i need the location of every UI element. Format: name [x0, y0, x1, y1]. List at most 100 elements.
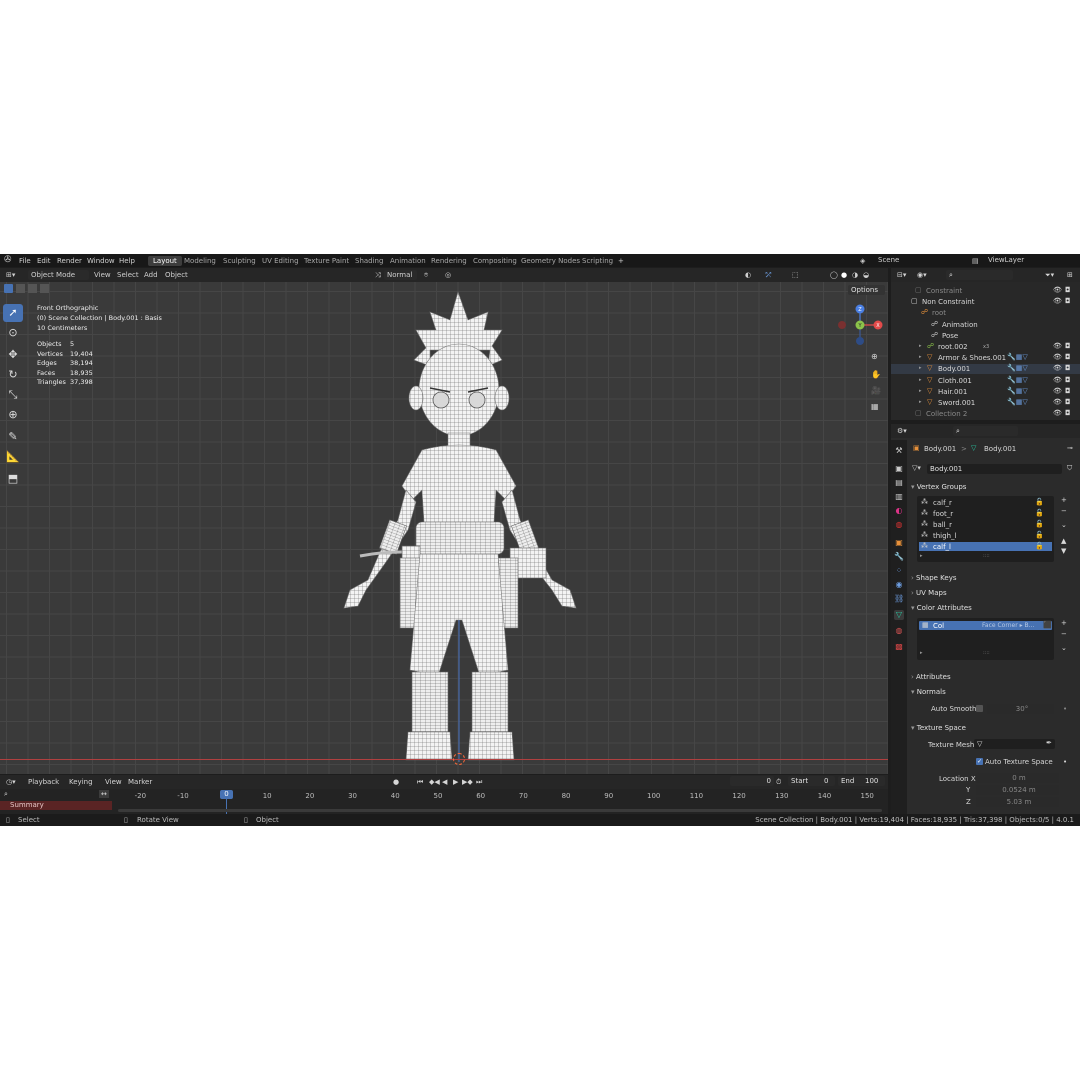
add-vertex-group-button[interactable]: +: [1061, 496, 1067, 504]
add-workspace-button[interactable]: +: [618, 257, 624, 265]
list-resize-handle[interactable]: ::::: [983, 553, 990, 559]
outliner-row[interactable]: ▢ Collection 2 👁 ◘: [891, 409, 1080, 419]
material-tab-icon[interactable]: ◍: [894, 626, 904, 636]
uv-maps-panel-header[interactable]: › UV Maps: [911, 589, 1076, 601]
modifier-icon[interactable]: 🔧▦▽: [1007, 353, 1028, 361]
tab-animation[interactable]: Animation: [390, 257, 426, 265]
auto-texture-space-keyframe-icon[interactable]: •: [1063, 758, 1067, 766]
view-layer-field[interactable]: ViewLayer: [985, 255, 1053, 265]
record-icon[interactable]: ●: [393, 778, 399, 786]
location-z-field[interactable]: 5.03 m: [976, 797, 1059, 807]
vertex-groups-panel-header[interactable]: ▾ Vertex Groups: [911, 483, 1076, 495]
expand-arrow-icon[interactable]: ▸: [919, 377, 922, 383]
list-expand-icon[interactable]: ▸: [920, 553, 923, 559]
vertex-group-row[interactable]: ⁂ thigh_l 🔓: [919, 531, 1052, 540]
render-tab-icon[interactable]: ▣: [894, 464, 904, 474]
transform-tool-icon[interactable]: ⊕: [3, 406, 23, 424]
attributes-panel-header[interactable]: › Attributes: [911, 673, 1076, 685]
tab-rendering[interactable]: Rendering: [431, 257, 467, 265]
select-tool-icon[interactable]: ➚: [3, 304, 23, 322]
mesh-name-field[interactable]: Body.001: [927, 464, 1062, 474]
color-attributes-panel-header[interactable]: ▾ Color Attributes: [911, 604, 1076, 616]
auto-smooth-checkbox[interactable]: [976, 705, 983, 712]
color-attributes-list[interactable]: ▦ Col Face Corner ▸ B... ⬛ ▸ ::::: [917, 618, 1054, 660]
modifier-icon[interactable]: 🔧▦▽: [1007, 398, 1028, 406]
texture-tab-icon[interactable]: ▩: [894, 642, 904, 652]
tab-geometry-nodes[interactable]: Geometry Nodes: [521, 257, 580, 265]
data-tab-icon[interactable]: ▽: [894, 610, 904, 620]
outliner-row[interactable]: ☍ Pose: [891, 331, 1080, 341]
next-key-icon[interactable]: ▶◆: [462, 778, 473, 786]
view-layer-icon[interactable]: ▤: [972, 257, 979, 265]
orientation-icon[interactable]: ⤨: [375, 271, 381, 280]
shading-wire-icon[interactable]: ◯: [830, 271, 838, 279]
lock-icon[interactable]: 🔓: [1035, 542, 1044, 550]
menu-select[interactable]: Select: [117, 271, 139, 279]
move-tool-icon[interactable]: ✥: [3, 346, 23, 364]
display-mode-icon[interactable]: ◉▾: [917, 271, 927, 279]
current-frame-field[interactable]: 0: [730, 776, 774, 786]
scene-icon[interactable]: ◈: [860, 257, 865, 265]
playhead[interactable]: 0: [220, 790, 233, 799]
visibility-eye-icon[interactable]: 👁: [1053, 409, 1062, 417]
mode-dropdown[interactable]: Object Mode: [28, 270, 89, 280]
shading-solid-icon[interactable]: ●: [841, 271, 847, 279]
move-up-icon[interactable]: ▲: [1061, 537, 1066, 545]
mesh-data-icon[interactable]: ▽▾: [912, 464, 921, 472]
object-origin-icon[interactable]: [453, 753, 465, 765]
tab-sculpting[interactable]: Sculpting: [223, 257, 256, 265]
outliner-search-input[interactable]: ⌕: [946, 270, 1013, 280]
view-layer-tab-icon[interactable]: ▥: [894, 492, 904, 502]
list-resize-handle[interactable]: ::::: [983, 650, 990, 656]
snap-icon[interactable]: ⌾: [424, 271, 428, 280]
rotate-tool-icon[interactable]: ↻: [3, 366, 23, 384]
render-camera-icon[interactable]: ◘: [1065, 398, 1071, 406]
visibility-eye-icon[interactable]: 👁: [1053, 353, 1062, 361]
menu-timeline-view[interactable]: View: [105, 778, 122, 786]
outliner-row[interactable]: ▢ Non Constraint 👁 ◘: [891, 297, 1080, 307]
expand-arrow-icon[interactable]: ▸: [919, 354, 922, 360]
navigation-gizmo[interactable]: Z X Y: [834, 304, 886, 350]
world-tab-icon[interactable]: ◍: [894, 520, 904, 530]
vertex-groups-list[interactable]: ⁂ calf_r 🔓 ⁂ foot_r 🔓 ⁂ ball_r 🔓 ⁂ thigh_l 🔓 ⁂ calf_l…: [917, 496, 1054, 562]
auto-texture-space-checkbox[interactable]: ✓: [976, 758, 983, 765]
play-reverse-icon[interactable]: ◀: [442, 778, 447, 786]
visibility-eye-icon[interactable]: 👁: [1053, 342, 1062, 350]
prev-key-icon[interactable]: ◆◀: [429, 778, 440, 786]
lock-icon[interactable]: 🔓: [1035, 498, 1044, 506]
outliner-editor-icon[interactable]: ⊟▾: [897, 271, 906, 279]
color-attribute-specials-icon[interactable]: ⌄: [1061, 644, 1067, 652]
pan-hand-icon[interactable]: ✋: [871, 370, 881, 379]
vertex-group-row[interactable]: ⁂ calf_r 🔓: [919, 498, 1052, 507]
cursor-tool-icon[interactable]: ⊙: [3, 324, 23, 342]
jump-end-icon[interactable]: ⏭: [476, 778, 482, 787]
list-expand-icon[interactable]: ▸: [920, 650, 923, 656]
outliner-row[interactable]: ▽ Sword.001 ▸ 👁 ◘ 🔧▦▽: [891, 398, 1080, 408]
visibility-eye-icon[interactable]: 👁: [1053, 376, 1062, 384]
tab-shading[interactable]: Shading: [355, 257, 383, 265]
normals-panel-header[interactable]: ▾ Normals: [911, 688, 1076, 700]
render-camera-icon[interactable]: ◘: [1065, 297, 1071, 305]
eyedropper-icon[interactable]: ✒: [1046, 739, 1052, 747]
scene-field[interactable]: Scene: [875, 255, 938, 265]
end-frame-field[interactable]: End 100: [838, 776, 885, 786]
tab-uv-editing[interactable]: UV Editing: [262, 257, 299, 265]
timeline-swap-icon[interactable]: ↔: [99, 790, 109, 798]
tool-tab-icon[interactable]: ⚒: [894, 446, 904, 456]
visibility-eye-icon[interactable]: 👁: [1053, 387, 1062, 395]
output-tab-icon[interactable]: ▤: [894, 478, 904, 488]
render-camera-icon[interactable]: ◘: [1065, 286, 1071, 294]
menu-marker[interactable]: Marker: [128, 778, 152, 786]
move-down-icon[interactable]: ▼: [1061, 547, 1066, 555]
visibility-eye-icon[interactable]: 👁: [1053, 364, 1062, 372]
shading-material-icon[interactable]: ◑: [852, 271, 858, 279]
fake-user-icon[interactable]: ⛉: [1067, 464, 1072, 473]
menu-edit[interactable]: Edit: [37, 257, 51, 265]
modifier-icon[interactable]: 🔧▦▽: [1007, 376, 1028, 384]
scale-tool-icon[interactable]: ⤡: [3, 386, 23, 404]
constraint-tab-icon[interactable]: ⛓: [894, 594, 904, 604]
select-mode-buttons[interactable]: [4, 284, 56, 294]
expand-arrow-icon[interactable]: ▸: [919, 365, 922, 371]
camera-view-icon[interactable]: 🎥: [871, 386, 881, 395]
visibility-eye-icon[interactable]: 👁: [1053, 398, 1062, 406]
